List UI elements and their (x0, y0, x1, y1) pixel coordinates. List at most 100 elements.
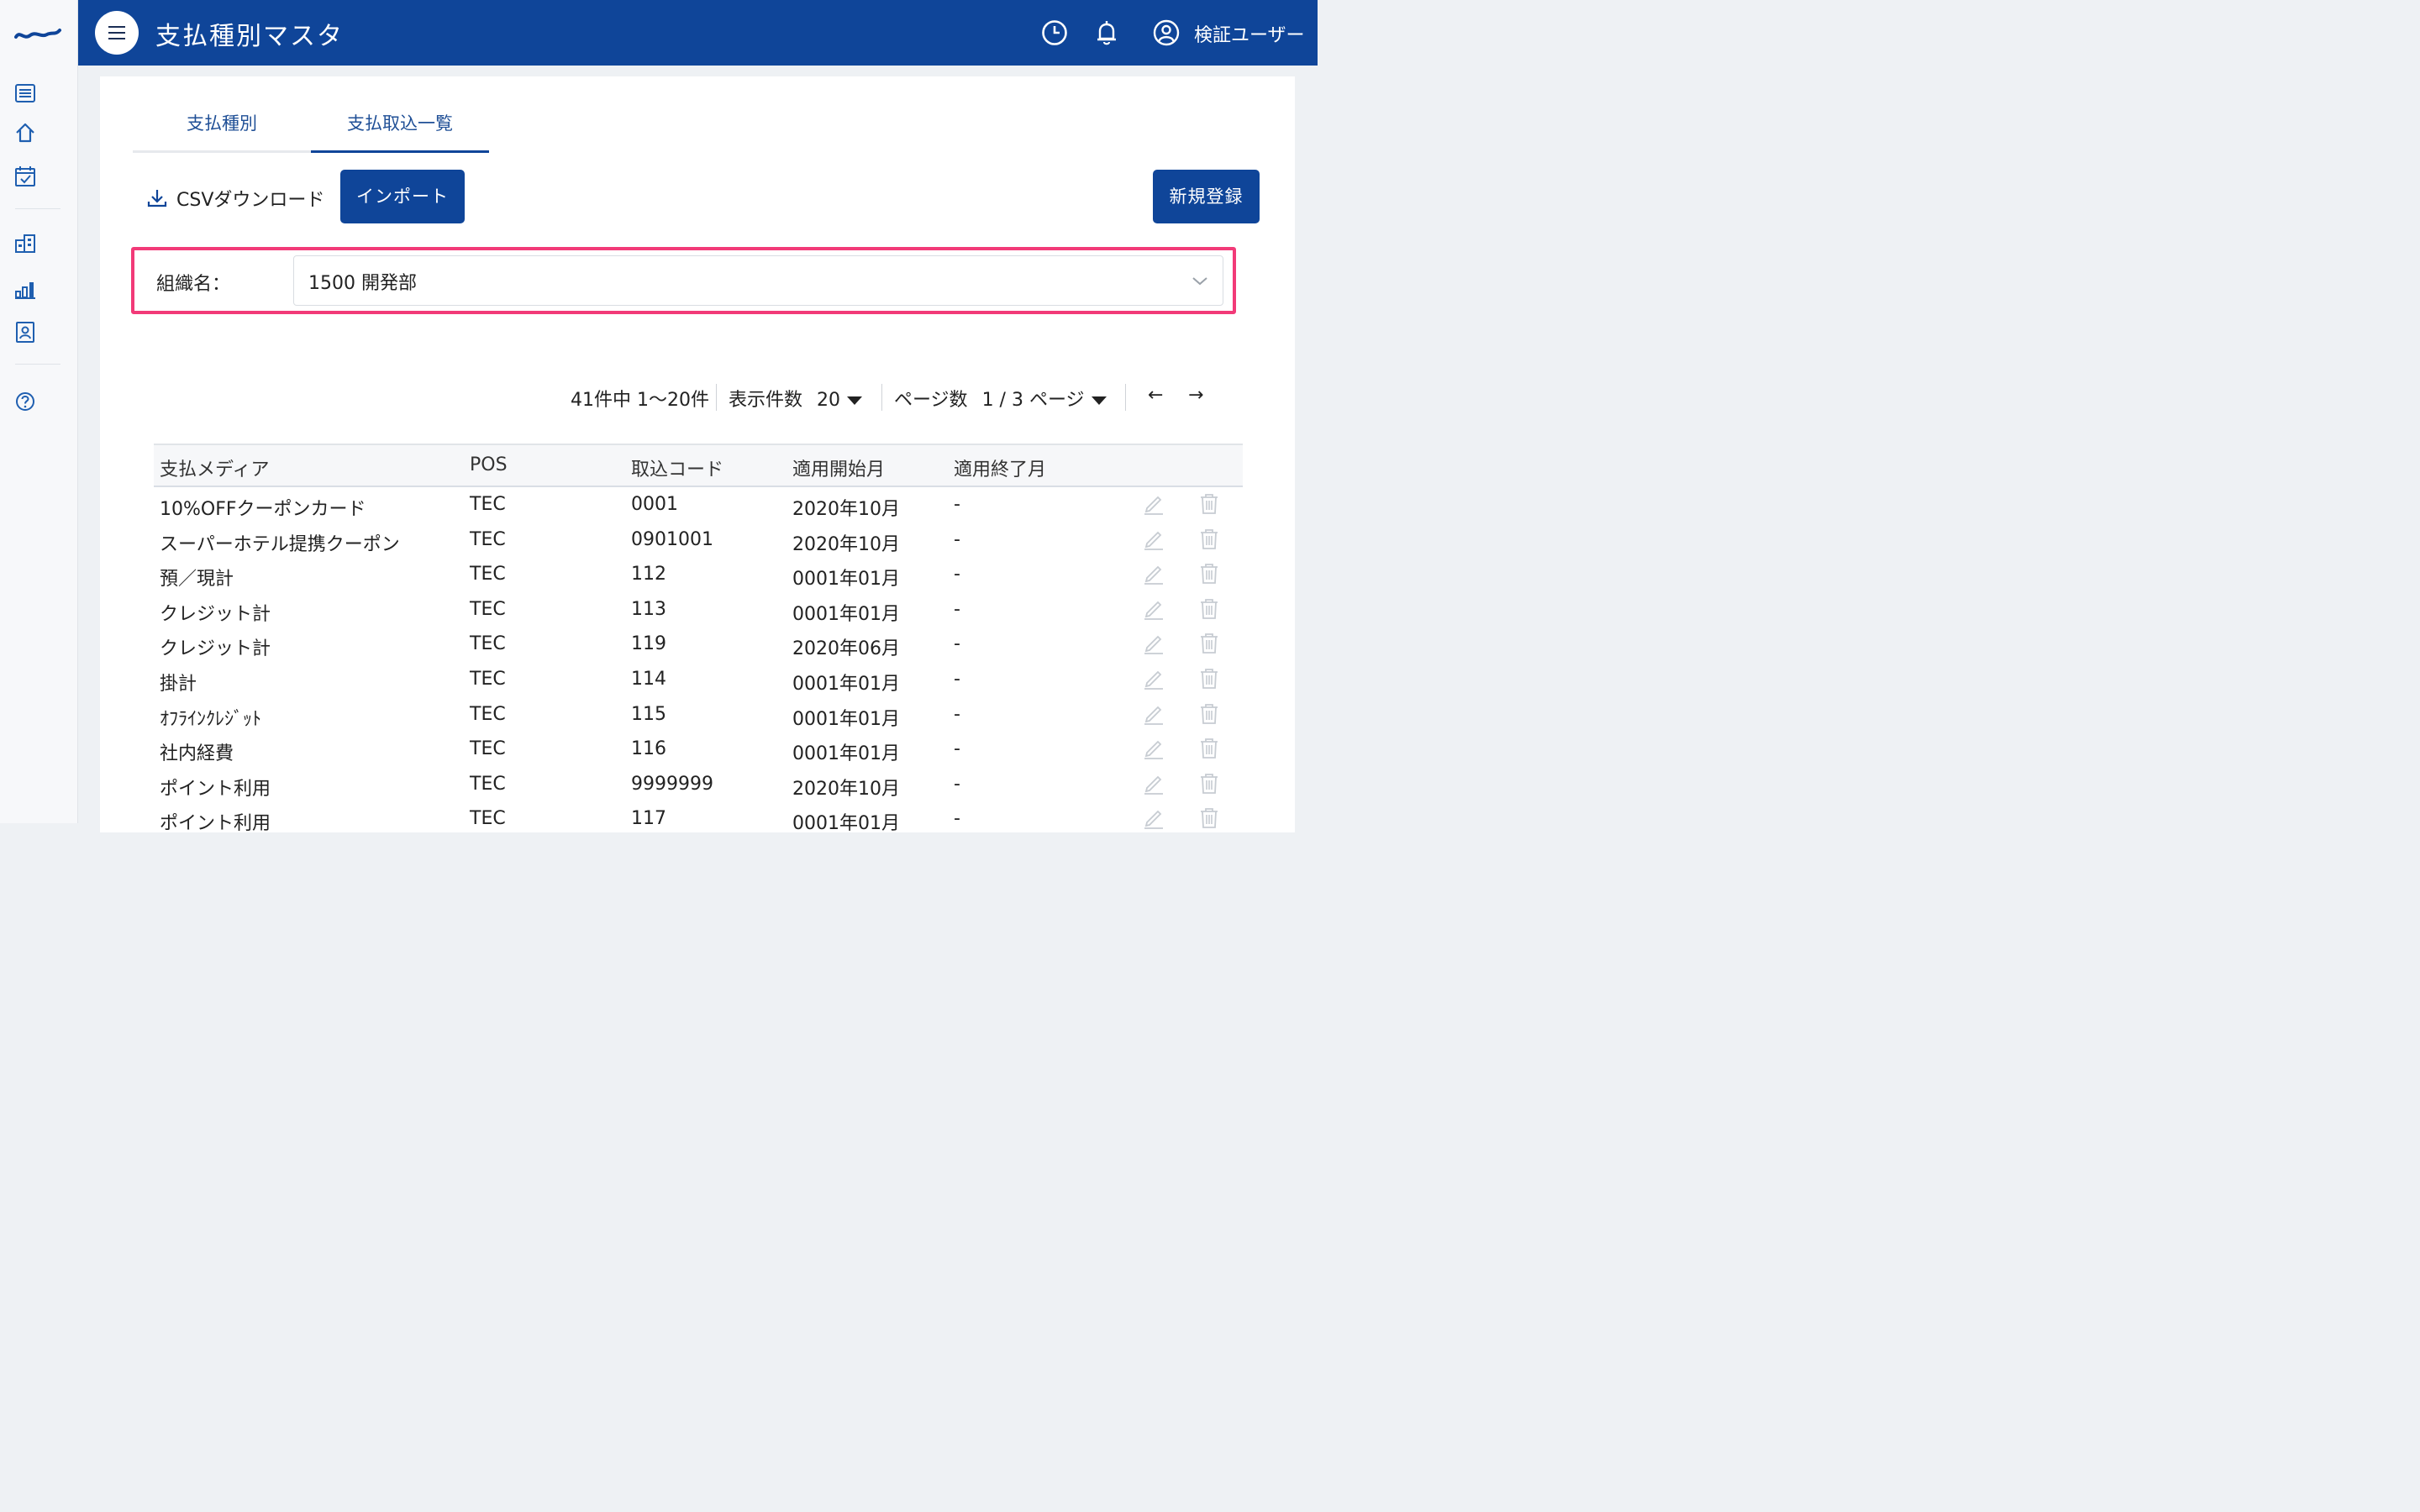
column-header-media: 支払メディア (160, 459, 270, 480)
chevron-down-icon (1192, 277, 1207, 286)
cell-pos: TEC (470, 564, 506, 585)
edit-pencil-icon[interactable] (1143, 597, 1165, 621)
edit-pencil-icon[interactable] (1143, 562, 1165, 585)
cell-code: 115 (631, 703, 666, 725)
table-row: 預／現計 TEC 112 0001年01月 - (154, 557, 1243, 592)
trash-icon[interactable] (1198, 737, 1220, 760)
sidebar (0, 0, 78, 823)
cell-end-month: - (954, 773, 960, 795)
edit-pencil-icon[interactable] (1143, 492, 1165, 516)
table-row: 10%OFFクーポンカード TEC 0001 2020年10月 - (154, 487, 1243, 522)
edit-pencil-icon[interactable] (1143, 528, 1165, 551)
organization-select[interactable]: 1500 開発部 (293, 255, 1223, 306)
cell-pos: TEC (470, 633, 506, 655)
cell-pos: TEC (470, 773, 506, 795)
cell-end-month: - (954, 494, 960, 515)
cell-start-month: 2020年06月 (792, 638, 900, 660)
edit-pencil-icon[interactable] (1143, 806, 1165, 830)
edit-pencil-icon[interactable] (1143, 772, 1165, 795)
tab-payment-import-list[interactable]: 支払取込一覧 (311, 102, 489, 153)
main-card: 支払種別 支払取込一覧 CSVダウンロード インポート 新規登録 組織名： 15… (100, 76, 1295, 834)
per-page-label: 表示件数 (729, 390, 803, 411)
trash-icon[interactable] (1198, 667, 1220, 690)
table-row: 掛計 TEC 114 0001年01月 - (154, 662, 1243, 697)
trash-icon[interactable] (1198, 528, 1220, 551)
cell-code: 116 (631, 738, 666, 760)
trash-icon[interactable] (1198, 806, 1220, 830)
calendar-check-icon[interactable] (13, 165, 37, 188)
trash-icon[interactable] (1198, 492, 1220, 516)
cell-start-month: 2020年10月 (792, 499, 900, 520)
sidebar-divider (15, 364, 60, 365)
cell-media: ポイント利用 (160, 778, 271, 800)
trash-icon[interactable] (1198, 562, 1220, 585)
prev-page-button[interactable]: ← (1148, 385, 1163, 415)
bell-icon[interactable] (1092, 18, 1121, 47)
help-icon[interactable] (13, 390, 37, 413)
cell-start-month: 0001年01月 (792, 603, 900, 625)
edit-pencil-icon[interactable] (1143, 737, 1165, 760)
cell-end-month: - (954, 738, 960, 760)
clock-icon[interactable] (1040, 18, 1069, 47)
page-label: ページ数 (894, 390, 968, 411)
bar-chart-icon[interactable] (13, 277, 37, 301)
payment-import-table: 支払メディア POS 取込コード 適用開始月 適用終了月 10%OFFクーポンカ… (154, 444, 1243, 837)
list-icon[interactable] (13, 81, 37, 105)
app-logo[interactable] (13, 22, 62, 45)
cell-media: クレジット計 (160, 603, 271, 625)
cell-media: 社内経費 (160, 743, 234, 765)
edit-pencil-icon[interactable] (1143, 667, 1165, 690)
cell-start-month: 0001年01月 (792, 673, 900, 695)
result-count: 41件中 1〜20件 (571, 390, 709, 411)
trash-icon[interactable] (1198, 597, 1220, 621)
csv-download-link[interactable]: CSVダウンロード (146, 181, 324, 215)
new-registration-button[interactable]: 新規登録 (1153, 170, 1260, 223)
table-row: 社内経費 TEC 116 0001年01月 - (154, 732, 1243, 767)
trash-icon[interactable] (1198, 702, 1220, 726)
cell-start-month: 2020年10月 (792, 533, 900, 555)
page-selector[interactable]: ページ数 1 / 3 ページ (894, 385, 1107, 415)
table-row: クレジット計 TEC 119 2020年06月 - (154, 627, 1243, 662)
pager-divider (1125, 384, 1126, 411)
id-badge-icon[interactable] (13, 320, 37, 344)
download-icon (147, 190, 167, 207)
cell-end-month: - (954, 564, 960, 585)
cell-media: 10%OFFクーポンカード (160, 499, 366, 520)
cell-code: 0001 (631, 494, 678, 515)
cell-code: 117 (631, 808, 666, 830)
import-button[interactable]: インポート (340, 170, 465, 223)
cell-start-month: 0001年01月 (792, 743, 900, 765)
column-header-end: 適用終了月 (954, 459, 1047, 480)
edit-pencil-icon[interactable] (1143, 702, 1165, 726)
per-page-selector[interactable]: 表示件数 20 (729, 385, 863, 415)
tab-payment-types[interactable]: 支払種別 (133, 102, 311, 150)
cell-pos: TEC (470, 494, 506, 515)
hamburger-menu-button[interactable] (95, 11, 139, 55)
pager-divider (716, 384, 717, 411)
sidebar-divider (15, 208, 60, 209)
cell-start-month: 0001年01月 (792, 813, 900, 835)
cell-start-month: 0001年01月 (792, 569, 900, 591)
building-icon[interactable] (13, 232, 37, 255)
home-icon[interactable] (13, 121, 37, 144)
page-title: 支払種別マスタ (155, 22, 344, 51)
cell-code: 0901001 (631, 528, 713, 550)
column-header-code: 取込コード (631, 459, 724, 480)
user-name[interactable]: 検証ユーザー (1194, 20, 1305, 47)
organization-select-value: 1500 開発部 (308, 273, 417, 294)
top-header: 支払種別マスタ 検証ユーザー (78, 0, 1318, 66)
cell-pos: TEC (470, 808, 506, 830)
cell-pos: TEC (470, 703, 506, 725)
tab-bar: 支払種別 支払取込一覧 (133, 102, 489, 153)
next-page-button[interactable]: → (1188, 385, 1203, 415)
cell-pos: TEC (470, 528, 506, 550)
table-row: ポイント利用 TEC 9999999 2020年10月 - (154, 767, 1243, 802)
trash-icon[interactable] (1198, 632, 1220, 655)
caret-down-icon (1091, 396, 1107, 405)
caret-down-icon (847, 396, 863, 405)
page-value: 1 / 3 ページ (981, 390, 1085, 411)
trash-icon[interactable] (1198, 772, 1220, 795)
user-circle-icon[interactable] (1152, 18, 1181, 47)
cell-end-month: - (954, 598, 960, 620)
edit-pencil-icon[interactable] (1143, 632, 1165, 655)
